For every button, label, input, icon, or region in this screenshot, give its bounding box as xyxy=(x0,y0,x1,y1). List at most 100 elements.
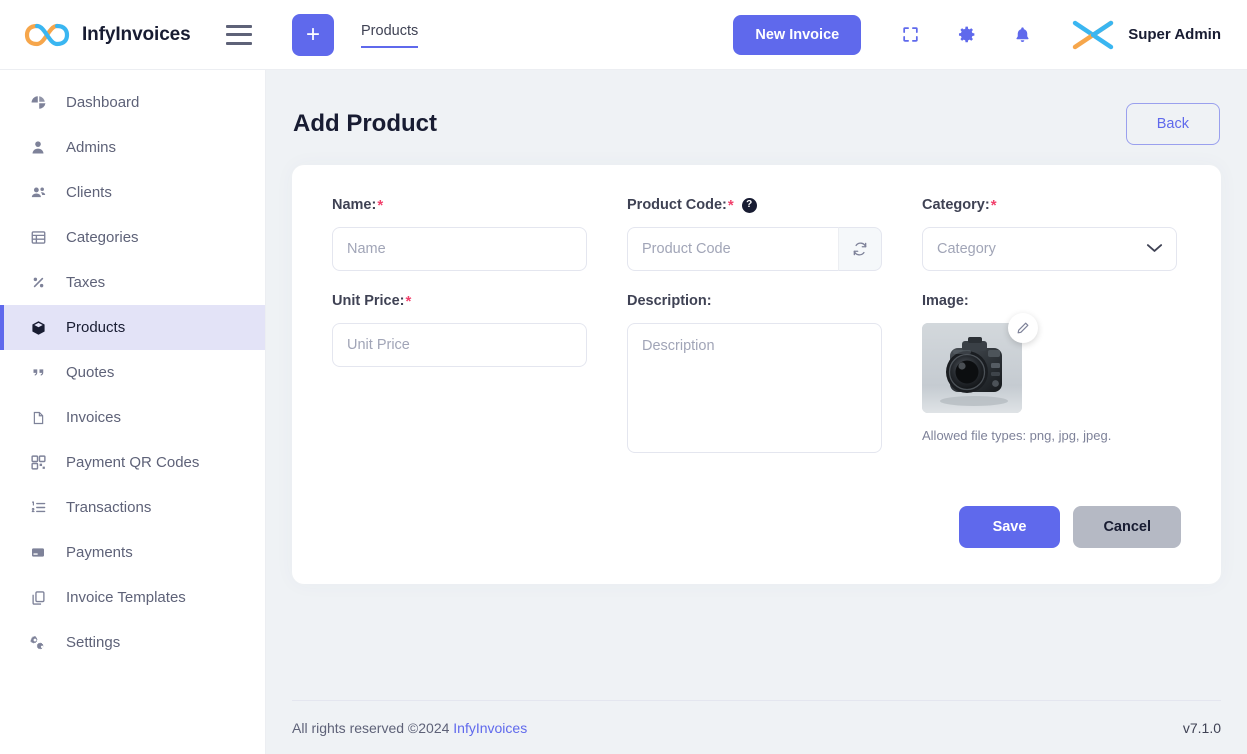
fullscreen-icon[interactable] xyxy=(889,14,931,56)
body-row: Dashboard Admins Clients Categories Taxe… xyxy=(0,70,1247,754)
sidebar-item-label: Payments xyxy=(66,544,133,561)
field-category: Category: * xyxy=(922,195,1177,271)
footer-version: v7.1.0 xyxy=(1182,719,1221,736)
hamburger-menu-icon[interactable] xyxy=(226,24,252,45)
dslr-camera-photo xyxy=(922,323,1022,413)
sidebar-item-payments[interactable]: Payments xyxy=(0,530,265,575)
category-select[interactable] xyxy=(922,227,1177,271)
sidebar-item-admins[interactable]: Admins xyxy=(0,125,265,170)
new-invoice-button[interactable]: New Invoice xyxy=(733,14,862,55)
page-header: Add Product Back xyxy=(292,96,1221,152)
sidebar-item-products[interactable]: Products xyxy=(0,305,265,350)
description-label-text: Description: xyxy=(627,293,712,309)
form-actions: Save Cancel xyxy=(332,506,1181,548)
back-button[interactable]: Back xyxy=(1125,103,1220,145)
app-root: InfyInvoices + Products New Invoice Supe… xyxy=(0,0,1247,754)
plus-icon[interactable]: + xyxy=(292,13,334,56)
sidebar-item-settings[interactable]: Settings xyxy=(0,620,265,665)
add-product-form-card: Name: * Product Code: * ? xyxy=(292,165,1221,584)
description-textarea[interactable] xyxy=(627,323,882,453)
sidebar-item-label: Categories xyxy=(66,229,139,246)
product-code-input[interactable] xyxy=(627,227,838,271)
image-uploader xyxy=(922,313,1038,413)
gear-icon[interactable] xyxy=(945,14,987,56)
field-description: Description: xyxy=(627,291,882,458)
required-asterisk: * xyxy=(377,196,384,214)
unit-price-label-text: Unit Price: xyxy=(332,293,405,309)
category-select-wrap xyxy=(922,227,1177,271)
footer-copyright-text: All rights reserved ©2024 xyxy=(292,719,450,736)
sidebar-item-payment-qr-codes[interactable]: Payment QR Codes xyxy=(0,440,265,485)
sidebar-item-invoices[interactable]: Invoices xyxy=(0,395,265,440)
save-button[interactable]: Save xyxy=(958,506,1061,548)
brand-zone: InfyInvoices xyxy=(0,0,266,70)
sidebar: Dashboard Admins Clients Categories Taxe… xyxy=(0,70,266,754)
sidebar-item-label: Quotes xyxy=(66,364,115,381)
sidebar-item-label: Invoice Templates xyxy=(66,589,186,606)
sidebar-item-categories[interactable]: Categories xyxy=(0,215,265,260)
header-right-tools: New Invoice Super Admin xyxy=(733,14,1221,56)
field-product-code: Product Code: * ? xyxy=(627,195,882,271)
question-mark-icon[interactable]: ? xyxy=(741,197,757,213)
product-code-group xyxy=(627,227,882,271)
field-image: Image: Allowed file types: png, jpg, jpe… xyxy=(922,291,1177,458)
credit-card-icon xyxy=(28,543,48,563)
required-asterisk: * xyxy=(405,292,412,310)
name-input[interactable] xyxy=(332,227,587,271)
sidebar-item-invoice-templates[interactable]: Invoice Templates xyxy=(0,575,265,620)
user-menu[interactable]: Super Admin xyxy=(1069,18,1221,52)
sidebar-item-label: Dashboard xyxy=(66,94,140,111)
footer-copyright: All rights reserved ©2024 InfyInvoices xyxy=(292,720,527,736)
header-main: + Products New Invoice Super Admin xyxy=(266,0,1247,70)
sidebar-item-label: Admins xyxy=(66,139,117,156)
refresh-sync-icon[interactable] xyxy=(838,227,882,271)
name-label: Name: * xyxy=(332,195,587,215)
content-inner: Add Product Back Name: * Name Product Co… xyxy=(266,70,1247,700)
image-label-text: Image: xyxy=(922,293,969,309)
field-unit-price: Unit Price: * xyxy=(332,291,587,458)
unit-price-label: Unit Price: * xyxy=(332,291,587,311)
user-icon xyxy=(28,138,48,158)
table-list-icon xyxy=(28,228,48,248)
sidebar-item-label: Invoices xyxy=(66,409,122,426)
pie-chart-icon xyxy=(28,93,48,113)
sidebar-item-label: Products xyxy=(66,319,126,336)
infinity-logo-icon xyxy=(24,22,70,48)
cancel-button[interactable]: Cancel xyxy=(1073,506,1181,548)
sidebar-item-transactions[interactable]: Transactions xyxy=(0,485,265,530)
pencil-edit-icon[interactable] xyxy=(1008,313,1038,343)
percent-icon xyxy=(28,273,48,293)
qr-code-icon xyxy=(28,453,48,473)
sidebar-item-dashboard[interactable]: Dashboard xyxy=(0,80,265,125)
main-content: Add Product Back Name: * Name Product Co… xyxy=(266,70,1247,754)
footer-brand-link[interactable]: InfyInvoices xyxy=(453,720,527,736)
box-cube-icon xyxy=(28,318,48,338)
sidebar-item-label: Taxes xyxy=(66,274,106,291)
footer: All rights reserved ©2024 InfyInvoices v… xyxy=(292,700,1221,754)
allowed-file-types-text: Allowed file types: png, jpg, jpeg. xyxy=(922,428,1112,443)
breadcrumb[interactable]: Products xyxy=(361,21,419,49)
user-name: Super Admin xyxy=(1128,26,1221,43)
name-label-text: Name: xyxy=(332,197,377,213)
required-asterisk: * xyxy=(990,196,997,214)
unit-price-input[interactable] xyxy=(332,323,587,367)
gears-icon xyxy=(28,633,48,653)
form-row-2: Unit Price: * Description: xyxy=(332,291,1181,458)
field-name: Name: * xyxy=(332,195,587,271)
users-group-icon xyxy=(28,183,48,203)
brand-name: InfyInvoices xyxy=(82,23,191,45)
quote-marks-icon xyxy=(28,363,48,383)
page-title: Add Product xyxy=(293,110,437,137)
sidebar-item-taxes[interactable]: Taxes xyxy=(0,260,265,305)
category-label: Category: * xyxy=(922,195,1177,215)
top-header: InfyInvoices + Products New Invoice Supe… xyxy=(0,0,1247,70)
sidebar-item-clients[interactable]: Clients xyxy=(0,170,265,215)
user-avatar-x-logo xyxy=(1069,18,1117,52)
document-icon xyxy=(28,408,48,428)
description-label: Description: xyxy=(627,291,882,311)
bell-icon[interactable] xyxy=(1001,14,1043,56)
product-code-label-text: Product Code: xyxy=(627,197,727,213)
sidebar-item-quotes[interactable]: Quotes xyxy=(0,350,265,395)
required-asterisk: * xyxy=(727,196,734,214)
sidebar-item-label: Transactions xyxy=(66,499,152,516)
